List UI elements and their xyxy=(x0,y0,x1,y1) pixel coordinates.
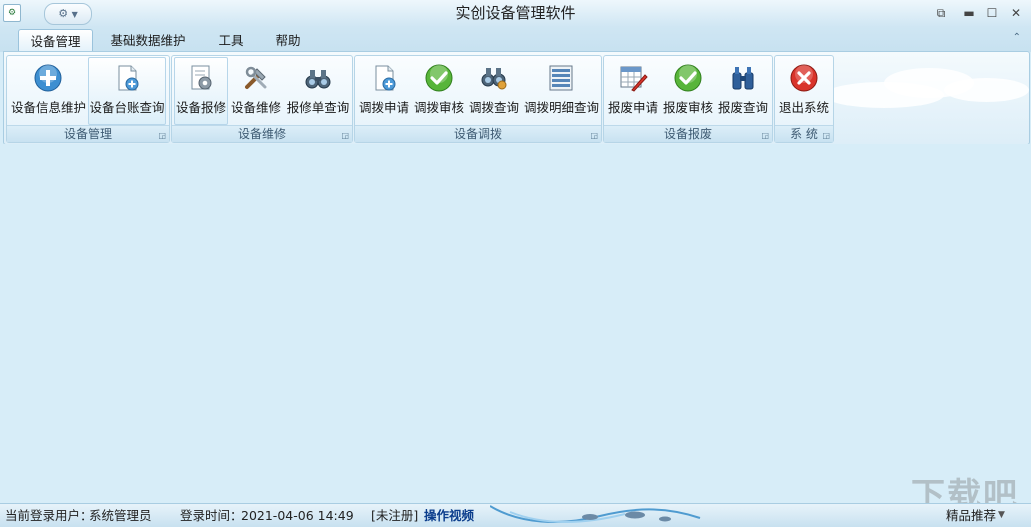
scrap-review-button[interactable]: 报废审核 xyxy=(662,58,714,124)
restore-down-icon[interactable]: ⧉ xyxy=(930,4,952,22)
sheet-pencil-icon xyxy=(620,66,648,92)
device-info-label: 设备信息维护 xyxy=(11,100,87,115)
transfer-review-button[interactable]: 调拨审核 xyxy=(413,58,465,124)
scrap-apply-label: 报废申请 xyxy=(607,100,658,115)
group-device-repair: 设备报修 设备维修 报修单查询 设备维修 ◲ xyxy=(171,55,353,143)
main-workspace xyxy=(0,144,1031,502)
register-status: [未注册] xyxy=(371,508,419,523)
ribbon-tab-row: 设备管理 基础数据维护 工具 帮助 ⌃ xyxy=(0,27,1031,53)
notebook-gear-icon xyxy=(191,65,212,90)
tab-tools[interactable]: 工具 xyxy=(210,29,252,52)
document-add-icon xyxy=(118,65,139,91)
binoculars-icon xyxy=(305,70,331,89)
binoculars-blue-icon xyxy=(732,67,754,90)
tab-basic-data[interactable]: 基础数据维护 xyxy=(103,29,193,52)
transfer-query-button[interactable]: 调拨查询 xyxy=(468,58,520,124)
status-bar: 当前登录用户： 系统管理员 登录时间： 2021-04-06 14:49 [未注… xyxy=(0,503,1031,527)
collapse-ribbon-icon[interactable]: ⌃ xyxy=(1013,32,1021,43)
group-system: 退出系统 系 统 ◲ xyxy=(774,55,834,143)
document-add-icon xyxy=(375,65,396,91)
dialog-launcher-icon[interactable]: ◲ xyxy=(761,131,769,140)
group-device-management: 设备信息维护 设备台账查询 设备管理 ◲ xyxy=(6,55,170,143)
device-ledger-button[interactable]: 设备台账查询 xyxy=(88,57,166,125)
exit-system-button[interactable]: 退出系统 xyxy=(777,58,831,124)
maximize-button[interactable]: ☐ xyxy=(981,4,1003,22)
dialog-launcher-icon[interactable]: ◲ xyxy=(158,131,166,140)
ribbon-panel: 设备信息维护 设备台账查询 设备管理 ◲ 设备报修 设备维修 报修单查询 设备维… xyxy=(3,51,1030,145)
group-label-device-management: 设备管理 xyxy=(7,125,169,142)
device-ledger-label: 设备台账查询 xyxy=(89,100,165,115)
scrap-query-label: 报废查询 xyxy=(717,100,768,115)
binoculars-person-icon xyxy=(481,68,507,90)
device-repair-label: 设备维修 xyxy=(230,100,281,115)
dialog-launcher-icon[interactable]: ◲ xyxy=(341,131,349,140)
tools-icon xyxy=(245,66,267,89)
device-repair-button[interactable]: 设备维修 xyxy=(230,58,282,124)
repair-order-query-button[interactable]: 报修单查询 xyxy=(286,58,350,124)
group-device-scrap: 报废申请 报废审核 报废查询 设备报废 ◲ xyxy=(603,55,773,143)
transfer-query-label: 调拨查询 xyxy=(468,100,519,115)
close-button[interactable]: ✕ xyxy=(1005,4,1027,22)
minimize-button[interactable]: ▬ xyxy=(958,4,980,22)
exit-system-label: 退出系统 xyxy=(778,100,829,115)
checkmark-icon xyxy=(674,64,702,92)
transfer-detail-query-button[interactable]: 调拨明细查询 xyxy=(524,58,600,124)
current-user-value: 系统管理员 xyxy=(89,508,152,523)
group-device-transfer: 调拨申请 调拨审核 调拨查询 调拨明细查询 设备调拨 ◲ xyxy=(354,55,602,143)
group-label-device-scrap: 设备报废 xyxy=(604,125,772,142)
current-user-label: 当前登录用户： xyxy=(5,508,93,523)
tutorial-video-link[interactable]: 操作视频 xyxy=(424,504,474,527)
transfer-apply-button[interactable]: 调拨申请 xyxy=(358,58,410,124)
tab-device-management[interactable]: 设备管理 xyxy=(18,29,93,53)
transfer-review-label: 调拨审核 xyxy=(413,100,464,115)
window-title: 实创设备管理软件 xyxy=(455,4,576,22)
add-circle-icon xyxy=(34,64,62,92)
recommend-link[interactable]: 精品推荐 xyxy=(946,504,996,527)
group-label-device-repair: 设备维修 xyxy=(172,125,352,142)
checkmark-icon xyxy=(425,64,453,92)
repair-report-label: 设备报修 xyxy=(175,100,226,115)
transfer-apply-label: 调拨申请 xyxy=(358,100,409,115)
group-label-device-transfer: 设备调拨 xyxy=(355,125,601,142)
repair-order-query-label: 报修单查询 xyxy=(286,100,350,115)
repair-report-button[interactable]: 设备报修 xyxy=(174,57,228,125)
list-icon xyxy=(549,65,573,91)
login-time-value: 2021-04-06 14:49 xyxy=(241,508,354,523)
scrap-apply-button[interactable]: 报废申请 xyxy=(607,58,659,124)
dialog-launcher-icon[interactable]: ◲ xyxy=(590,131,598,140)
chevron-down-icon[interactable]: ▼ xyxy=(998,504,1005,527)
title-bar: ⚙ ⚙ ▼ 实创设备管理软件 ⧉ ▬ ☐ ✕ xyxy=(0,0,1031,28)
close-red-icon xyxy=(790,64,818,92)
tab-help[interactable]: 帮助 xyxy=(266,29,310,52)
scrap-review-label: 报废审核 xyxy=(662,100,713,115)
transfer-detail-query-label: 调拨明细查询 xyxy=(524,100,600,115)
device-info-button[interactable]: 设备信息维护 xyxy=(11,58,87,124)
wave-decoration xyxy=(490,505,701,523)
dialog-launcher-icon[interactable]: ◲ xyxy=(822,131,830,140)
scrap-query-button[interactable]: 报废查询 xyxy=(717,58,769,124)
login-time-label: 登录时间： xyxy=(180,508,243,523)
